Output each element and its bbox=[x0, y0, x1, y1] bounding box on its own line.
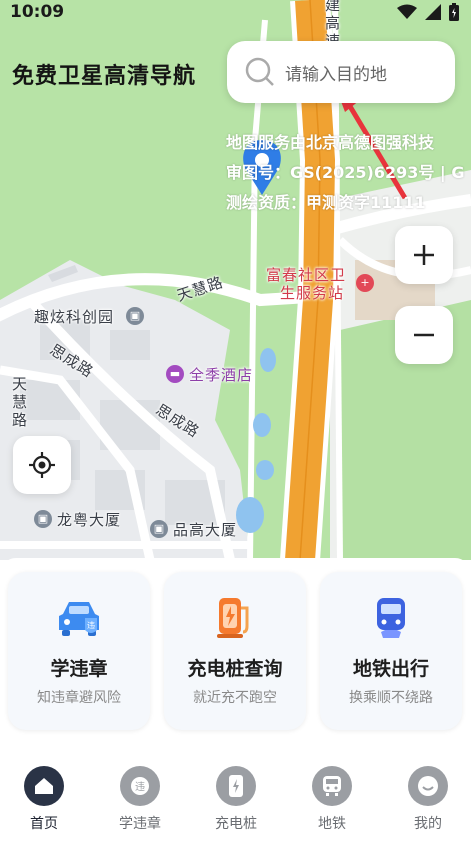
svg-text:违: 违 bbox=[135, 781, 145, 793]
nav-item-home[interactable]: 首页 bbox=[4, 766, 84, 833]
poi-label-pingao: 品高大厦 bbox=[173, 521, 238, 539]
plus-icon bbox=[414, 245, 434, 265]
car-violation-icon: 违 bbox=[53, 592, 105, 644]
nav-item-metro[interactable]: 地铁 bbox=[292, 766, 372, 833]
road-label-tianhui-vertical: 天慧路 bbox=[12, 375, 29, 429]
subway-icon bbox=[365, 592, 417, 644]
profile-icon bbox=[408, 766, 448, 806]
home-icon bbox=[24, 766, 64, 806]
poi-label-quanji: 全季酒店 bbox=[189, 366, 254, 384]
nav-label: 地铁 bbox=[318, 816, 346, 832]
charging-pile-icon bbox=[209, 592, 261, 644]
minus-icon bbox=[414, 333, 434, 337]
metro-icon bbox=[312, 766, 352, 806]
nav-label: 首页 bbox=[30, 816, 58, 832]
hotel-icon[interactable]: ▬ bbox=[166, 365, 184, 383]
poi-label-quxuan: 趣炫科创园 bbox=[34, 308, 115, 326]
nav-item-profile[interactable]: 我的 bbox=[388, 766, 468, 833]
map-attribution: 地图服务由北京高德图强科技 审图号：GS(2025)6293号 | G 测绘资质… bbox=[226, 128, 464, 218]
poi-building-icon[interactable]: ▣ bbox=[126, 307, 144, 325]
charger-icon bbox=[216, 766, 256, 806]
attribution-line: 测绘资质：甲测资字11111 bbox=[226, 193, 426, 212]
poi-label-fuchun-line2: 生服务站 bbox=[280, 284, 345, 302]
card-subtitle: 就近充不跑空 bbox=[193, 690, 277, 706]
crosshair-icon bbox=[29, 452, 55, 478]
card-subtitle: 换乘顺不绕路 bbox=[349, 690, 433, 706]
zoom-in-button[interactable] bbox=[395, 226, 453, 284]
search-box[interactable]: 请输入目的地 bbox=[227, 41, 455, 103]
poi-building-icon[interactable]: ▣ bbox=[150, 520, 168, 538]
svg-text:违: 违 bbox=[87, 621, 95, 630]
card-charging[interactable]: 充电桩查询 就近充不跑空 bbox=[164, 572, 306, 730]
nav-label: 我的 bbox=[414, 816, 442, 832]
nav-item-charger[interactable]: 充电桩 bbox=[196, 766, 276, 833]
card-subway[interactable]: 地铁出行 换乘顺不绕路 bbox=[320, 572, 462, 730]
hospital-icon[interactable]: + bbox=[356, 274, 374, 292]
nav-item-violation[interactable]: 违 学违章 bbox=[100, 766, 180, 833]
battery-icon bbox=[449, 3, 459, 21]
attribution-line: 地图服务由北京高德图强科技 bbox=[226, 133, 435, 152]
search-icon bbox=[245, 57, 274, 86]
nav-label: 学违章 bbox=[119, 816, 161, 832]
search-placeholder: 请输入目的地 bbox=[285, 64, 387, 85]
signal-icon bbox=[425, 4, 441, 20]
card-violation[interactable]: 违 学违章 知违章避风险 bbox=[8, 572, 150, 730]
card-subtitle: 知违章避风险 bbox=[37, 690, 121, 706]
status-bar: 10:09 bbox=[0, 0, 471, 26]
locate-me-button[interactable] bbox=[13, 436, 71, 494]
violation-icon: 违 bbox=[120, 766, 160, 806]
card-title: 学违章 bbox=[50, 658, 108, 680]
bottom-nav: 首页 违 学违章 充电桩 地铁 我的 bbox=[0, 750, 471, 843]
status-icons bbox=[397, 3, 459, 21]
card-title: 充电桩查询 bbox=[187, 658, 283, 680]
app-title: 免费卫星高清导航 bbox=[12, 64, 197, 89]
card-title: 地铁出行 bbox=[352, 658, 429, 680]
poi-building-icon[interactable]: ▣ bbox=[34, 510, 52, 528]
feature-cards: 违 学违章 知违章避风险 充电桩查询 就近充不跑空 地铁出行 换乘顺不绕路 bbox=[0, 558, 471, 748]
status-time: 10:09 bbox=[10, 2, 65, 22]
wifi-icon bbox=[397, 4, 417, 19]
attribution-line: 审图号：GS(2025)6293号 | G bbox=[226, 163, 465, 182]
nav-label: 充电桩 bbox=[215, 816, 257, 832]
zoom-out-button[interactable] bbox=[395, 306, 453, 364]
poi-label-longyue: 龙粤大厦 bbox=[57, 511, 122, 529]
